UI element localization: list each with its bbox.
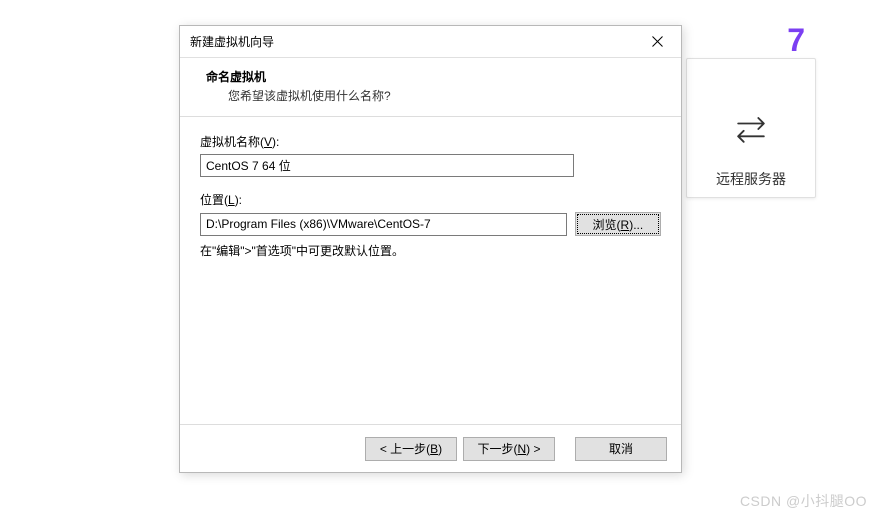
- location-hint: 在"编辑">"首选项"中可更改默认位置。: [200, 242, 661, 259]
- dialog-content: 虚拟机名称(V): 位置(L): 浏览(R)... 在"编辑">"首选项"中可更…: [180, 117, 681, 424]
- vm-name-input[interactable]: [200, 154, 574, 177]
- dialog-title: 新建虚拟机向导: [190, 33, 274, 50]
- header-heading: 命名虚拟机: [206, 68, 663, 85]
- close-button[interactable]: [637, 28, 677, 56]
- new-vm-wizard-dialog: 新建虚拟机向导 命名虚拟机 您希望该虚拟机使用什么名称? 虚拟机名称(V): 位…: [179, 25, 682, 473]
- dialog-footer: < 上一步(B) 下一步(N) > 取消: [180, 424, 681, 472]
- remote-server-label: 远程服务器: [716, 169, 786, 189]
- titlebar: 新建虚拟机向导: [180, 26, 681, 58]
- vm-name-group: 虚拟机名称(V):: [200, 133, 661, 177]
- location-group: 位置(L): 浏览(R)... 在"编辑">"首选项"中可更改默认位置。: [200, 191, 661, 259]
- dialog-header: 命名虚拟机 您希望该虚拟机使用什么名称?: [180, 58, 681, 117]
- remote-server-card[interactable]: 远程服务器: [686, 58, 816, 198]
- cancel-button[interactable]: 取消: [575, 437, 667, 461]
- next-button[interactable]: 下一步(N) >: [463, 437, 555, 461]
- watermark: CSDN @小抖腿OO: [740, 491, 867, 511]
- location-input[interactable]: [200, 213, 567, 236]
- browse-button[interactable]: 浏览(R)...: [575, 212, 661, 236]
- background-number: 7: [787, 22, 805, 59]
- swap-icon: [729, 107, 773, 151]
- back-button[interactable]: < 上一步(B): [365, 437, 457, 461]
- location-label: 位置(L):: [200, 191, 661, 208]
- vm-name-label: 虚拟机名称(V):: [200, 133, 661, 150]
- close-icon: [652, 36, 663, 47]
- header-sub: 您希望该虚拟机使用什么名称?: [228, 87, 663, 104]
